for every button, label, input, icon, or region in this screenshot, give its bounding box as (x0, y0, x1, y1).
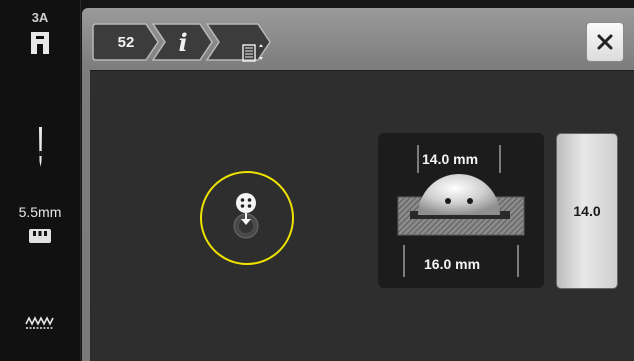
presser-foot-icon[interactable] (0, 28, 80, 63)
button-size-value-button[interactable]: 14.0 (556, 133, 618, 289)
breadcrumb-settings[interactable] (206, 22, 272, 62)
button-measure-card: 14.0 mm 16.0 mm (378, 133, 544, 288)
close-icon (597, 34, 613, 50)
needle-icon[interactable] (0, 125, 80, 174)
buttonhole-length-label: 16.0 mm (424, 256, 481, 272)
breadcrumb-info[interactable]: i (152, 22, 214, 62)
screen: 3A 5.5mm 52 i 14.0 mm 16.0 mm 14.0 (0, 0, 634, 361)
feed-dog-icon[interactable] (0, 226, 80, 251)
main-panel: 52 i 14.0 mm 16.0 mm 14.0 (82, 8, 634, 361)
button-sensor-icon (233, 193, 259, 239)
button-diameter-label: 14.0 mm (422, 151, 479, 167)
button-sensor-ring[interactable] (200, 171, 294, 265)
zigzag-stitch-icon[interactable] (0, 312, 80, 337)
status-sidebar: 3A 5.5mm (0, 0, 81, 361)
breadcrumb-stitch-number[interactable]: 52 (92, 22, 160, 62)
close-button[interactable] (586, 22, 624, 62)
content-area: 14.0 mm 16.0 mm 14.0 (90, 70, 634, 361)
stitch-width-label: 5.5mm (18, 204, 62, 220)
breadcrumb-label: 52 (117, 33, 135, 51)
stitch-code-label: 3A (31, 10, 49, 25)
info-icon: i (178, 27, 188, 57)
